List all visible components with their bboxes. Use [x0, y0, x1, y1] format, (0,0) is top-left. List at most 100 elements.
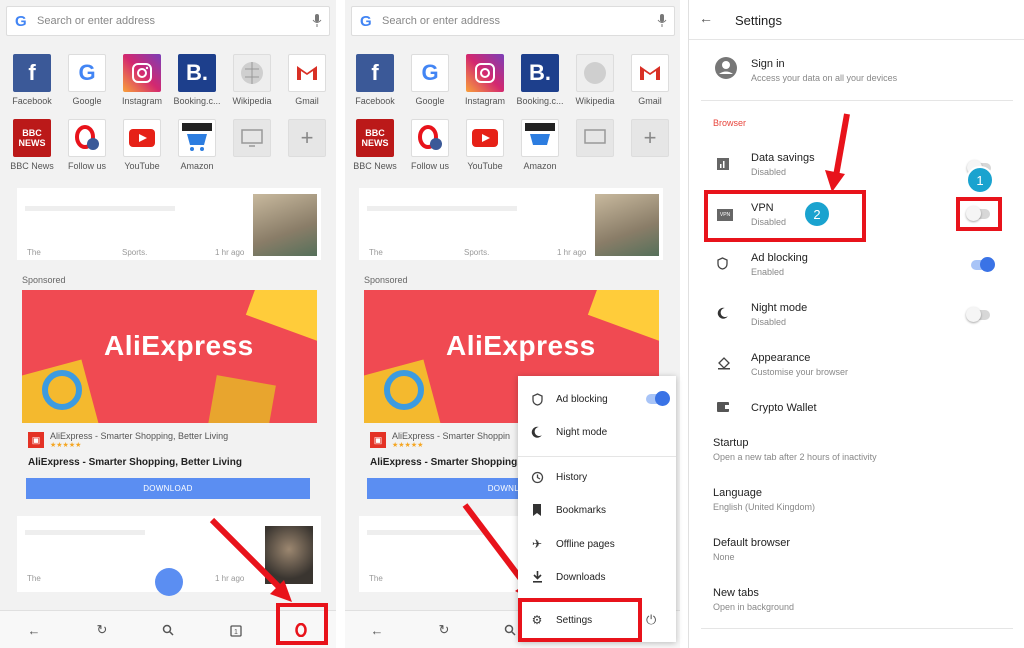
google-icon: G: [68, 54, 106, 92]
headline-placeholder: [25, 530, 145, 535]
menu-item-downloads[interactable]: Downloads: [518, 562, 676, 592]
search-bar[interactable]: G Search or enter address: [6, 6, 330, 36]
search-icon[interactable]: [160, 622, 176, 638]
speed-dial-follow-us[interactable]: Follow us: [62, 119, 112, 171]
speed-dial-add-suggest[interactable]: [227, 119, 277, 157]
speed-dial-amazon[interactable]: Amazon: [515, 119, 565, 171]
back-arrow-icon[interactable]: ←: [369, 622, 385, 638]
speed-dial-instagram[interactable]: Instagram: [117, 54, 167, 106]
speed-dial-wikipedia[interactable]: Wikipedia: [227, 54, 277, 106]
rating-stars: ★★★★★: [50, 442, 82, 449]
moon-icon: [717, 307, 729, 322]
microphone-icon[interactable]: [305, 14, 329, 28]
amazon-icon: [178, 119, 216, 157]
speed-dial-bbc-news[interactable]: BBC NEWS BBC News: [7, 119, 57, 171]
setting-night-mode[interactable]: Night mode Disabled: [689, 298, 1024, 338]
microphone-icon[interactable]: [650, 14, 674, 28]
setting-startup[interactable]: Startup Open a new tab after 2 hours of …: [689, 434, 1024, 470]
setting-new-tabs[interactable]: New tabs Open in background: [689, 584, 1024, 620]
night-mode-toggle[interactable]: [966, 307, 990, 322]
google-icon: G: [15, 12, 27, 30]
tabs-icon[interactable]: 1: [228, 622, 244, 638]
setting-language[interactable]: Language English (United Kingdom): [689, 484, 1024, 520]
ad-blocking-toggle[interactable]: [646, 391, 670, 406]
reload-icon[interactable]: ↻: [94, 622, 110, 638]
news-card[interactable]: The Sports. 1 hr ago: [359, 188, 663, 260]
speed-dial-add[interactable]: +: [625, 119, 675, 157]
bookmark-icon: [518, 504, 556, 516]
monitor-star-icon: [576, 119, 614, 157]
shield-icon: [717, 257, 728, 273]
speed-dial-google[interactable]: G Google: [405, 54, 455, 106]
facebook-icon: f: [13, 54, 51, 92]
download-button[interactable]: DOWNLOAD: [26, 478, 310, 499]
speed-dial-gmail[interactable]: Gmail: [625, 54, 675, 106]
news-thumbnail: [253, 194, 317, 256]
search-icon[interactable]: [502, 622, 518, 638]
gmail-icon: [631, 54, 669, 92]
ad-source-row: ▣ AliExpress - Smarter Shopping, Better …: [28, 431, 228, 449]
monitor-star-icon: [233, 119, 271, 157]
speed-dial-booking[interactable]: B. Booking.c...: [172, 54, 222, 106]
annotation-arrow: [209, 517, 292, 602]
page-title: Settings: [735, 13, 782, 28]
floating-action-dot[interactable]: [155, 568, 183, 596]
plus-icon: +: [288, 119, 326, 157]
wikipedia-icon: [576, 54, 614, 92]
section-label-browser: Browser: [713, 118, 747, 128]
speed-dial-bbc-news[interactable]: BBC NEWS BBC News: [350, 119, 400, 171]
speed-dial-instagram[interactable]: Instagram: [460, 54, 510, 106]
back-arrow-icon[interactable]: ←: [699, 10, 713, 26]
shield-icon: [518, 392, 556, 406]
speed-dial-add[interactable]: +: [282, 119, 332, 157]
menu-item-history[interactable]: History: [518, 462, 676, 492]
opera-follow-icon: [411, 119, 449, 157]
speed-dial-wikipedia[interactable]: Wikipedia: [570, 54, 620, 106]
speed-dial-facebook[interactable]: f Facebook: [7, 54, 57, 106]
history-icon: [518, 471, 556, 484]
ad-source-row: ▣ AliExpress - Smarter Shoppin ★★★★★: [370, 431, 510, 449]
google-icon: G: [411, 54, 449, 92]
booking-icon: B.: [178, 54, 216, 92]
opera-follow-icon: [68, 119, 106, 157]
facebook-icon: f: [356, 54, 394, 92]
speed-dial-add-suggest[interactable]: [570, 119, 620, 157]
menu-item-ad-blocking[interactable]: Ad blocking: [518, 384, 676, 414]
settings-header: ← Settings: [689, 0, 1024, 40]
youtube-icon: [123, 119, 161, 157]
speed-dial-booking[interactable]: B. Booking.c...: [515, 54, 565, 106]
speed-dial-youtube[interactable]: YouTube: [460, 119, 510, 171]
ad-banner[interactable]: AliExpress: [22, 290, 317, 423]
aliexpress-app-icon: ▣: [28, 432, 44, 448]
bbc-news-icon: BBC NEWS: [356, 119, 394, 157]
sign-in-row[interactable]: Sign in Access your data on all your dev…: [689, 52, 1024, 100]
menu-item-night-mode[interactable]: Night mode: [518, 417, 676, 447]
menu-item-offline-pages[interactable]: ✈ Offline pages: [518, 529, 676, 559]
news-card[interactable]: The Sports. 1 hr ago: [17, 188, 321, 260]
search-bar[interactable]: G Search or enter address: [351, 6, 675, 36]
browser-home-panel: G Search or enter address f Facebook G G…: [0, 0, 336, 648]
setting-default-browser[interactable]: Default browser None: [689, 534, 1024, 570]
speed-dial-facebook[interactable]: f Facebook: [350, 54, 400, 106]
speed-dial-follow-us[interactable]: Follow us: [405, 119, 455, 171]
annotation-arrow: [825, 113, 850, 192]
speed-dial-google[interactable]: G Google: [62, 54, 112, 106]
reload-icon[interactable]: ↻: [436, 622, 452, 638]
aliexpress-logo: AliExpress: [104, 330, 254, 361]
back-arrow-icon[interactable]: ←: [26, 622, 42, 638]
gmail-icon: [288, 54, 326, 92]
news-thumbnail: [595, 194, 659, 256]
headline-placeholder: [25, 206, 175, 211]
setting-crypto-wallet[interactable]: Crypto Wallet: [689, 398, 1024, 422]
power-icon[interactable]: ⏻: [646, 612, 656, 628]
google-icon: G: [360, 12, 372, 30]
speed-dial-gmail[interactable]: Gmail: [282, 54, 332, 106]
menu-item-bookmarks[interactable]: Bookmarks: [518, 495, 676, 525]
speed-dial-amazon[interactable]: Amazon: [172, 119, 222, 171]
setting-ad-blocking[interactable]: Ad blocking Enabled: [689, 248, 1024, 288]
setting-appearance[interactable]: Appearance Customise your browser: [689, 348, 1024, 388]
moon-icon: [518, 426, 556, 438]
download-icon: [518, 571, 556, 583]
speed-dial-youtube[interactable]: YouTube: [117, 119, 167, 171]
ad-blocking-toggle[interactable]: [971, 257, 995, 272]
